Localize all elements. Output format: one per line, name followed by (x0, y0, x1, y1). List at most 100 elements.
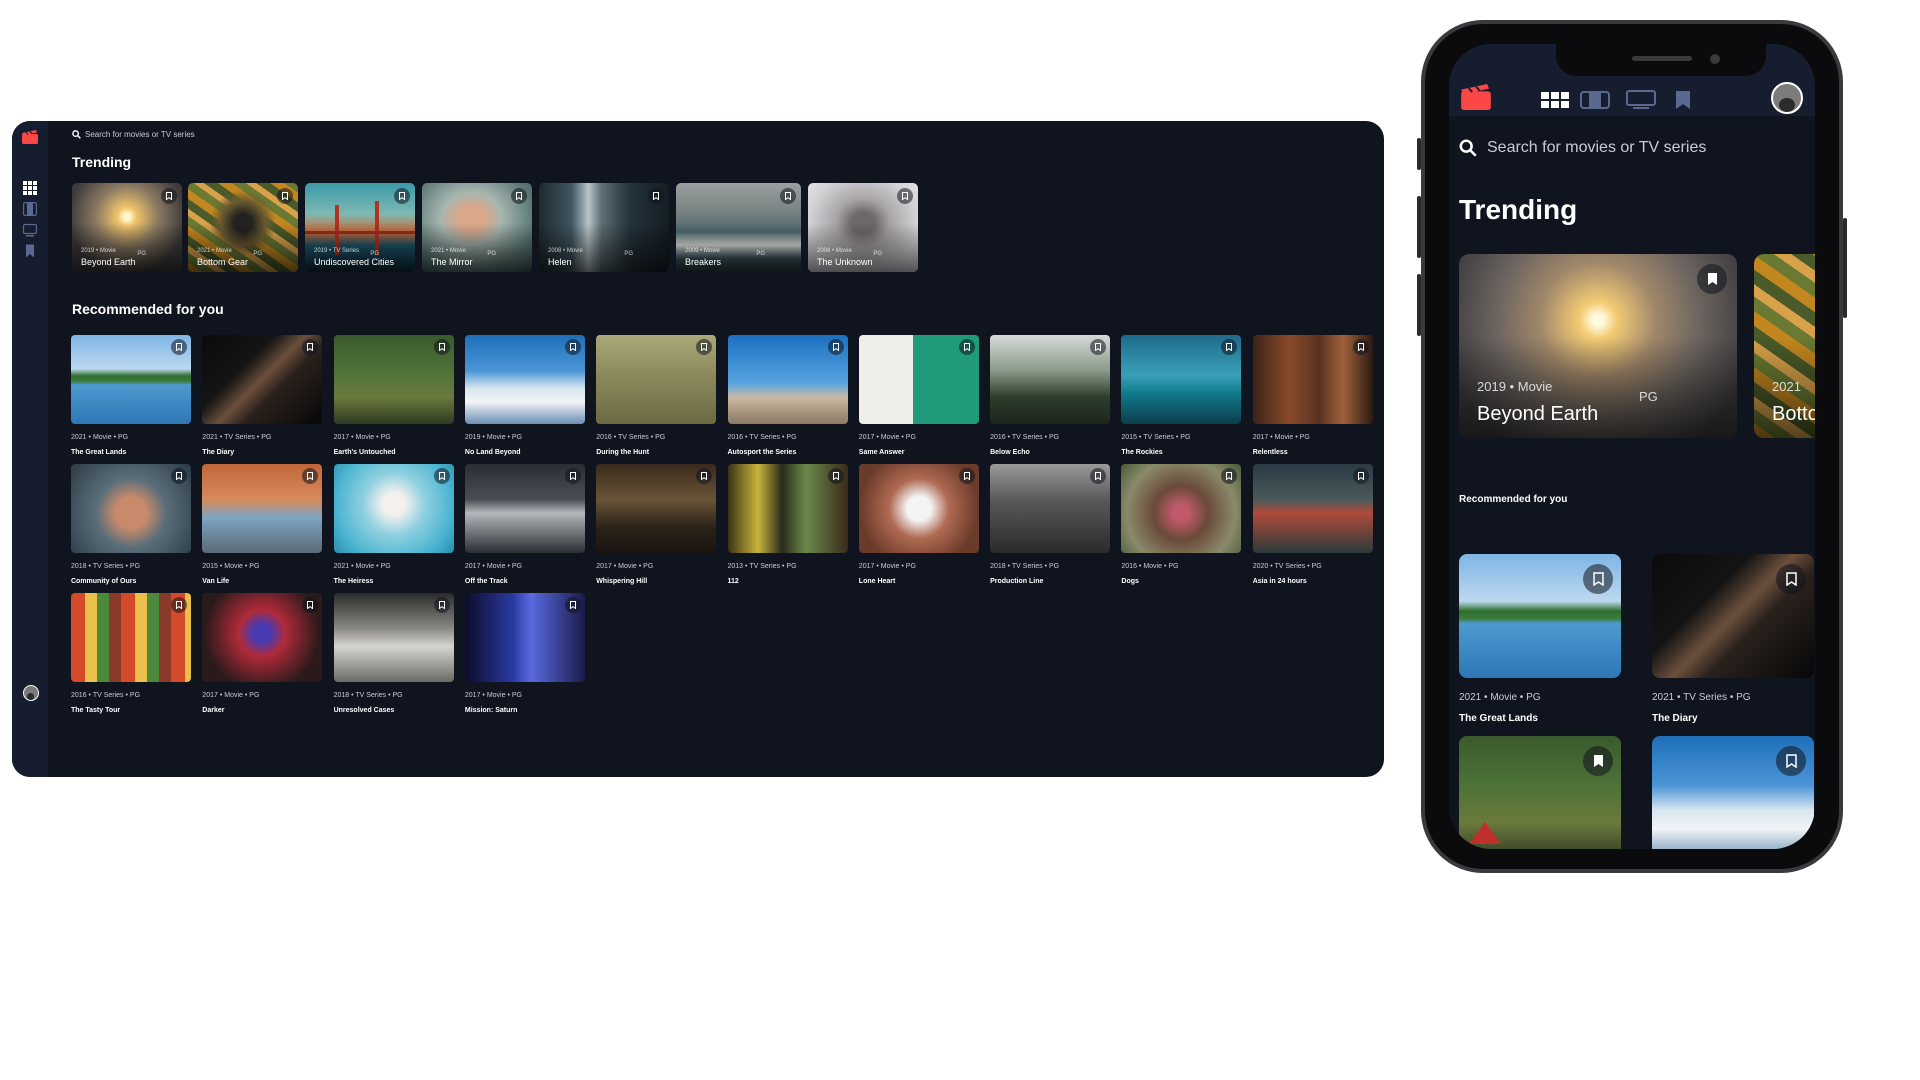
card-thumbnail[interactable] (333, 335, 454, 424)
bookmark-button[interactable] (780, 188, 796, 204)
recommended-card[interactable]: 2021 • Movie • PG The Great Lands (1459, 554, 1621, 724)
recommended-card[interactable]: 2017 • Movie • PG Relentless (1252, 335, 1373, 456)
bookmark-button[interactable] (171, 468, 187, 484)
recommended-card[interactable]: 2021 • Movie • PG The Great Lands (71, 335, 191, 456)
trending-card[interactable]: 2019 • Movie PG Beyond Earth (72, 183, 182, 272)
bookmark-button[interactable] (277, 188, 293, 204)
trending-card[interactable]: 2008 • Movie PG Helen (539, 183, 669, 272)
recommended-card[interactable]: 2020 • TV Series • PG Asia in 24 hours (1252, 464, 1373, 585)
card-thumbnail[interactable] (333, 593, 454, 682)
recommended-card[interactable]: 2017 • Movie • PG Whispering Hill (596, 464, 717, 585)
bookmark-button[interactable] (1776, 564, 1806, 594)
bookmark-button[interactable] (1221, 468, 1238, 484)
trending-card[interactable]: 2019 • TV Series PG Undiscovered Cities (305, 183, 415, 272)
card-thumbnail[interactable] (596, 335, 717, 424)
search-input[interactable] (1487, 139, 1787, 157)
recommended-card[interactable]: 2017 • Movie • PG Darker (202, 593, 323, 714)
card-thumbnail[interactable] (990, 335, 1111, 424)
avatar[interactable] (23, 685, 39, 701)
card-thumbnail[interactable] (1121, 335, 1242, 424)
card-thumbnail[interactable] (202, 464, 323, 553)
movies-film-icon[interactable] (1579, 90, 1611, 110)
recommended-card[interactable]: 2016 • TV Series • PG Below Echo (990, 335, 1111, 456)
recommended-card[interactable]: 2021 • Movie • PG The Heiress (333, 464, 454, 585)
card-thumbnail[interactable] (727, 464, 848, 553)
recommended-card[interactable]: 2017 • Movie • PG Same Answer (858, 335, 979, 456)
bookmark-button[interactable] (1090, 468, 1107, 484)
card-thumbnail[interactable] (464, 464, 585, 553)
bookmark-button[interactable] (564, 339, 581, 355)
bookmark-button[interactable] (1221, 339, 1238, 355)
card-thumbnail[interactable] (1252, 335, 1373, 424)
bookmark-button[interactable] (958, 339, 975, 355)
recommended-card[interactable]: 2015 • TV Series • PG The Rockies (1121, 335, 1242, 456)
recommended-card[interactable]: 2018 • TV Series • PG Production Line (990, 464, 1111, 585)
recommended-card[interactable]: 2018 • TV Series • PG Unresolved Cases (333, 593, 454, 714)
movie-clapper-icon[interactable] (22, 130, 38, 144)
bookmark-button[interactable] (433, 339, 450, 355)
bookmark-button[interactable] (827, 468, 844, 484)
recommended-card[interactable]: 2019 • Movie • PG No Land Beyond (464, 335, 585, 456)
recommended-card[interactable]: 2021 • TV Series • PG The Diary (1652, 554, 1814, 724)
bookmark-button[interactable] (511, 188, 527, 204)
home-grid-icon[interactable] (1539, 90, 1571, 110)
home-grid-icon[interactable] (23, 181, 37, 195)
bookmark-button[interactable] (171, 597, 187, 613)
bookmark-button[interactable] (696, 468, 713, 484)
recommended-card[interactable]: 2016 • TV Series • PG Autosport the Serie… (727, 335, 848, 456)
card-thumbnail[interactable] (727, 335, 848, 424)
bookmark-button[interactable] (1583, 564, 1613, 594)
card-thumbnail[interactable] (202, 593, 323, 682)
trending-card[interactable]: 2021 • Movie PG The Mirror (422, 183, 532, 272)
card-thumbnail[interactable] (202, 335, 323, 424)
card-thumbnail[interactable] (1121, 464, 1242, 553)
trending-card[interactable]: 2008 • Movie PG The Unknown (808, 183, 918, 272)
card-thumbnail[interactable] (71, 593, 191, 682)
card-thumbnail[interactable] (858, 335, 979, 424)
search-input[interactable] (85, 129, 285, 139)
recommended-card[interactable]: 2016 • TV Series • PG During the Hunt (596, 335, 717, 456)
card-thumbnail[interactable] (464, 335, 585, 424)
bookmark-button[interactable] (171, 339, 187, 355)
bookmark-button[interactable] (564, 597, 581, 613)
recommended-card[interactable]: 2016 • TV Series • PG The Tasty Tour (71, 593, 191, 714)
avatar[interactable] (1771, 82, 1803, 114)
recommended-card[interactable]: 2018 • TV Series • PG Community of Ours (71, 464, 191, 585)
bookmark-button[interactable] (302, 597, 319, 613)
card-thumbnail[interactable] (858, 464, 979, 553)
bookmark-button[interactable] (696, 339, 713, 355)
card-thumbnail[interactable] (990, 464, 1111, 553)
bookmark-icon[interactable] (1667, 90, 1699, 110)
card-thumbnail[interactable] (71, 464, 191, 553)
bookmark-button[interactable] (1352, 468, 1369, 484)
bookmark-button[interactable] (433, 468, 450, 484)
bookmark-button[interactable] (433, 597, 450, 613)
bookmark-button[interactable] (161, 188, 177, 204)
trending-card[interactable]: 2021 Botto (1754, 254, 1815, 438)
card-thumbnail[interactable] (1252, 464, 1373, 553)
trending-card[interactable]: 2019 • Movie PG Beyond Earth (1459, 254, 1737, 438)
card-thumbnail[interactable] (71, 335, 191, 424)
trending-card[interactable]: 2009 • Movie PG Breakers (676, 183, 801, 272)
recommended-card[interactable]: 2016 • Movie • PG Dogs (1121, 464, 1242, 585)
recommended-card[interactable]: 2017 • Movie • PG Earth's Untouched (333, 335, 454, 456)
bookmark-button[interactable] (564, 468, 581, 484)
bookmark-button[interactable] (958, 468, 975, 484)
bookmark-button[interactable] (897, 188, 913, 204)
recommended-card[interactable]: 2017 • Movie • PG Lone Heart (858, 464, 979, 585)
tv-series-icon[interactable] (23, 223, 37, 237)
bookmark-button[interactable] (827, 339, 844, 355)
recommended-card[interactable]: 2017 • Movie • PG Off the Track (464, 464, 585, 585)
movie-clapper-icon[interactable] (1461, 84, 1491, 110)
recommended-card[interactable]: 2013 • TV Series • PG 112 (727, 464, 848, 585)
bookmark-button[interactable] (1352, 339, 1369, 355)
bookmark-button[interactable] (1697, 264, 1727, 294)
bookmark-button[interactable] (1776, 746, 1806, 776)
card-thumbnail[interactable] (333, 464, 454, 553)
recommended-card[interactable] (1652, 736, 1814, 849)
recommended-card[interactable]: 2017 • Movie • PG Mission: Saturn (464, 593, 585, 714)
bookmark-button[interactable] (1583, 746, 1613, 776)
recommended-card[interactable] (1459, 736, 1621, 849)
recommended-card[interactable]: 2021 • TV Series • PG The Diary (202, 335, 323, 456)
bookmark-icon[interactable] (23, 244, 37, 258)
